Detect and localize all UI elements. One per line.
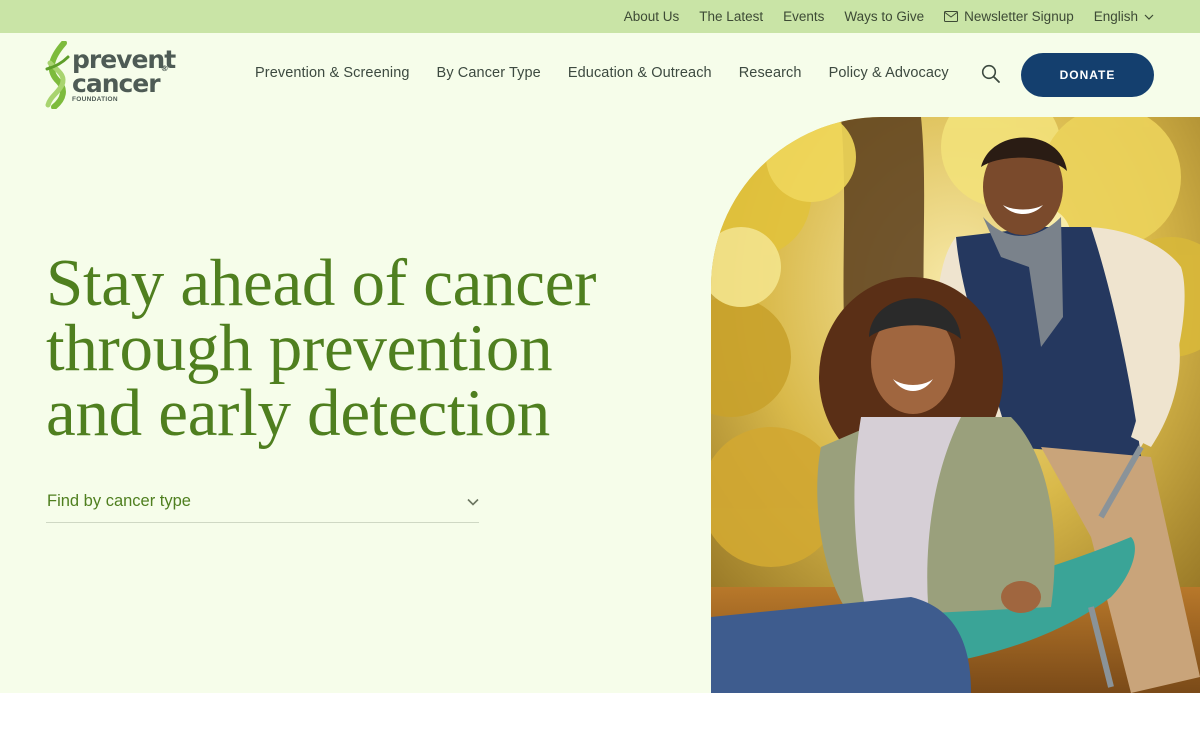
hero-photo	[711, 117, 1200, 693]
hero-title-line-3: and early detection	[46, 376, 550, 450]
utility-link-newsletter-signup[interactable]: Newsletter Signup	[944, 9, 1074, 24]
utility-bar: About Us The Latest Events Ways to Give …	[0, 0, 1200, 33]
hero-title-line-2: through prevention	[46, 311, 553, 385]
nav-education-outreach[interactable]: Education & Outreach	[568, 65, 712, 81]
chevron-down-icon	[467, 498, 479, 506]
hero-title: Stay ahead of cancer through prevention …	[46, 250, 686, 447]
nav-policy-advocacy[interactable]: Policy & Advocacy	[829, 65, 949, 81]
chevron-down-icon	[1144, 14, 1154, 20]
nav-prevention-screening[interactable]: Prevention & Screening	[255, 65, 410, 81]
hero-title-line-1: Stay ahead of cancer	[46, 246, 597, 320]
page-hero-area: prevent cancer® FOUNDATION Prevention & …	[0, 33, 1200, 693]
utility-link-about-us[interactable]: About Us	[624, 9, 680, 24]
logo-cancer-word: cancer	[72, 69, 161, 98]
ribbon-logo-icon	[45, 41, 70, 109]
language-selector[interactable]: English	[1094, 9, 1154, 24]
below-fold-area	[0, 693, 1200, 740]
cancer-type-dropdown[interactable]: Find by cancer type	[46, 481, 479, 523]
utility-link-the-latest[interactable]: The Latest	[699, 9, 763, 24]
main-nav: Prevention & Screening By Cancer Type Ed…	[255, 65, 949, 81]
language-label: English	[1093, 9, 1138, 24]
site-logo[interactable]: prevent cancer® FOUNDATION	[44, 41, 184, 109]
utility-link-events[interactable]: Events	[783, 9, 824, 24]
logo-wordmark-cancer: cancer®	[72, 64, 169, 98]
search-icon	[981, 64, 1000, 83]
utility-link-ways-to-give[interactable]: Ways to Give	[844, 9, 924, 24]
search-button[interactable]	[981, 64, 1001, 84]
logo-trademark: ®	[160, 63, 169, 73]
nav-by-cancer-type[interactable]: By Cancer Type	[437, 65, 541, 81]
mail-icon	[944, 11, 959, 22]
cancer-type-dropdown-label: Find by cancer type	[47, 492, 191, 510]
donate-button[interactable]: DONATE	[1021, 53, 1154, 97]
logo-foundation: FOUNDATION	[72, 96, 118, 103]
nav-research[interactable]: Research	[739, 65, 802, 81]
newsletter-signup-label: Newsletter Signup	[964, 9, 1074, 24]
site-header: prevent cancer® FOUNDATION Prevention & …	[0, 33, 1200, 117]
